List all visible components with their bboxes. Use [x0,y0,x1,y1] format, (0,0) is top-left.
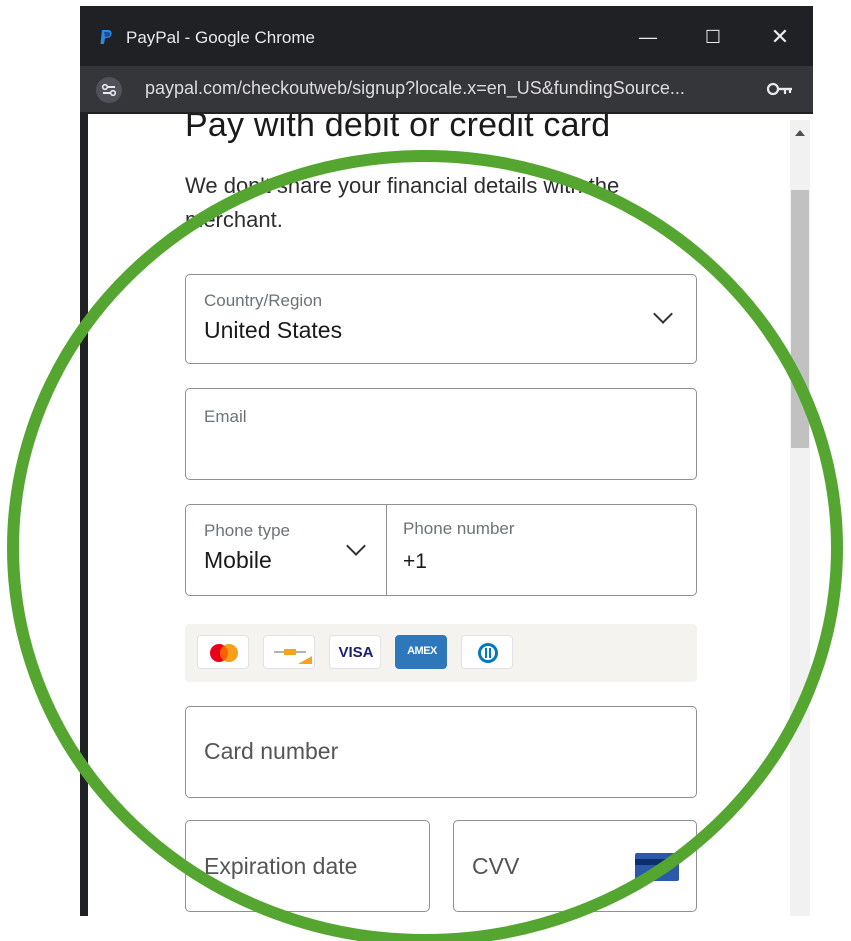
accepted-cards-strip: VISA AMEX [185,624,697,682]
visa-icon: VISA [329,635,381,669]
maestro-icon [263,635,315,669]
minimize-button[interactable]: — [628,22,668,52]
page-heading: Pay with debit or credit card [185,114,611,144]
email-label: Email [204,407,247,426]
phone-group: Phone type Mobile Phone number +1 [185,504,697,596]
password-key-icon[interactable] [765,76,795,102]
window-title: PayPal - Google Chrome [126,28,315,47]
cvv-field[interactable]: CVV [453,820,697,912]
phone-type-value: Mobile [204,547,272,573]
page-viewport: Pay with debit or credit card We don't s… [88,114,813,916]
chevron-down-icon [653,304,673,324]
amex-icon: AMEX [395,635,447,669]
expiration-placeholder: Expiration date [204,853,358,879]
card-number-placeholder: Card number [204,738,339,764]
privacy-note: We don't share your financial details wi… [185,173,620,232]
card-number-field[interactable]: Card number [185,706,697,798]
chrome-popup-window: PayPal - Google Chrome — ☐ ✕ paypal.com/… [80,6,813,916]
site-info-icon[interactable] [96,77,122,103]
diners-club-icon [461,635,513,669]
vertical-scrollbar[interactable] [790,120,810,916]
url-text[interactable]: paypal.com/checkoutweb/signup?locale.x=e… [145,78,685,99]
card-back-icon [635,853,679,881]
amex-text: AMEX [407,645,437,657]
country-value: United States [204,317,343,343]
window-titlebar: PayPal - Google Chrome — ☐ ✕ [80,16,813,58]
email-field[interactable]: Email [185,388,697,480]
mastercard-icon [197,635,249,669]
paypal-logo-icon [100,30,112,44]
country-select[interactable]: Country/Region United States [185,274,697,364]
cvv-placeholder: CVV [472,853,520,879]
address-bar: paypal.com/checkoutweb/signup?locale.x=e… [80,66,813,112]
chevron-down-icon [346,536,366,556]
screenshot-stage: { "window": { "title": "PayPal - Google … [0,0,851,941]
phone-type-select[interactable]: Phone type Mobile [186,505,387,595]
scrollbar-thumb[interactable] [791,190,809,448]
visa-text: VISA [338,644,374,661]
phone-type-label: Phone type [204,521,291,540]
close-button[interactable]: ✕ [760,22,800,52]
expiration-date-field[interactable]: Expiration date [185,820,430,912]
phone-number-value: +1 [403,550,427,573]
maximize-button[interactable]: ☐ [693,22,733,52]
scroll-up-arrow-icon[interactable] [795,130,805,136]
bottom-strip [80,916,830,941]
phone-number-label: Phone number [403,519,515,538]
phone-number-field[interactable]: Phone number +1 [387,505,696,595]
country-label: Country/Region [204,291,323,310]
